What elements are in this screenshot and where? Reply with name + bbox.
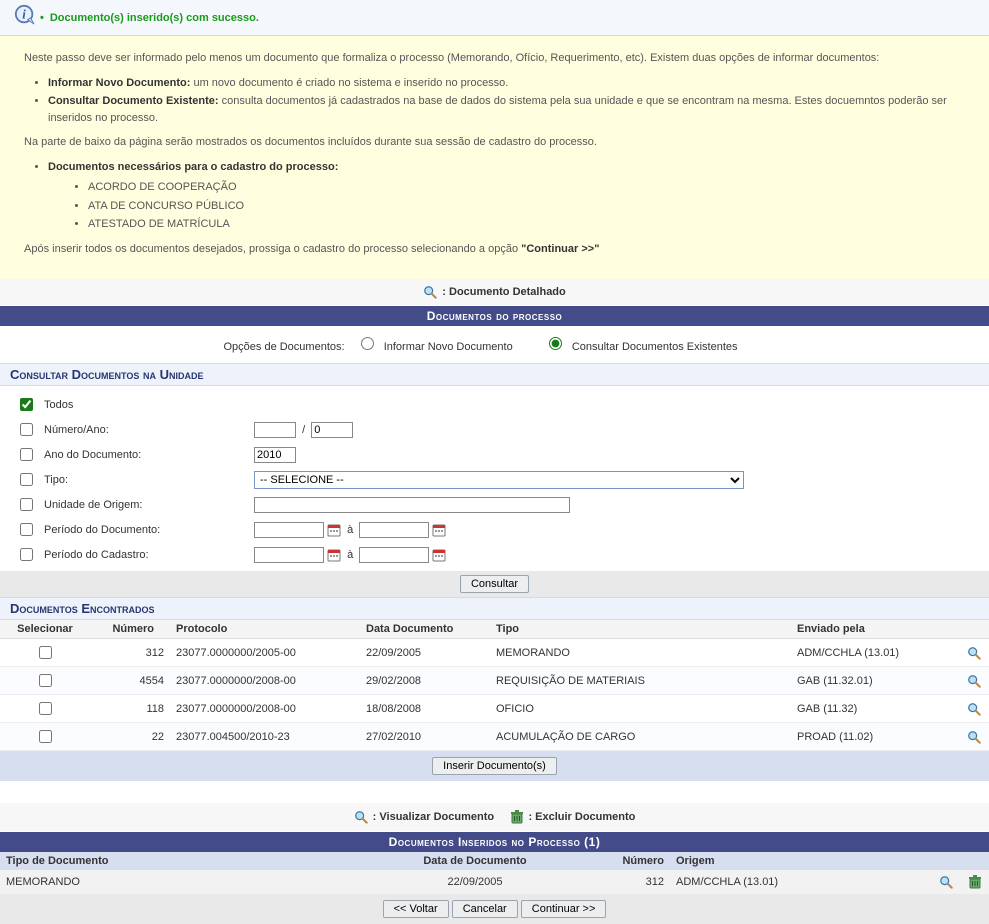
table-row: 312 23077.0000000/2005-00 22/09/2005 MEM… bbox=[0, 639, 989, 667]
row-select[interactable] bbox=[39, 730, 52, 743]
input-periodo-doc-to[interactable] bbox=[359, 522, 429, 538]
calendar-icon[interactable] bbox=[432, 523, 446, 537]
section-encontrados: Documentos Encontrados bbox=[0, 597, 989, 620]
table-row: 22 23077.004500/2010-23 27/02/2010 ACUMU… bbox=[0, 723, 989, 751]
row-select[interactable] bbox=[39, 646, 52, 659]
magnifier-icon[interactable] bbox=[939, 875, 953, 889]
delete-icon bbox=[509, 809, 525, 825]
input-unidade[interactable] bbox=[254, 497, 570, 513]
continuar-button[interactable]: Continuar >> bbox=[521, 900, 607, 918]
instructions-box: Neste passo deve ser informado pelo meno… bbox=[0, 36, 989, 279]
info-icon: i bbox=[14, 4, 36, 26]
cancelar-button[interactable]: Cancelar bbox=[452, 900, 518, 918]
success-text: Documento(s) inserido(s) com sucesso. bbox=[50, 12, 259, 24]
svg-text:i: i bbox=[22, 8, 26, 22]
consultar-button[interactable]: Consultar bbox=[460, 575, 529, 593]
calendar-icon[interactable] bbox=[327, 523, 341, 537]
magnifier-icon[interactable] bbox=[967, 730, 981, 744]
nav-buttons: << Voltar Cancelar Continuar >> bbox=[0, 894, 989, 924]
magnifier-icon bbox=[423, 285, 437, 299]
select-tipo[interactable]: -- SELECIONE -- bbox=[254, 471, 744, 489]
instr-intro: Neste passo deve ser informado pelo meno… bbox=[24, 50, 965, 67]
input-periodo-cad-from[interactable] bbox=[254, 547, 324, 563]
results-table: Selecionar Número Protocolo Data Documen… bbox=[0, 620, 989, 751]
chk-todos[interactable] bbox=[20, 398, 33, 411]
chk-tipo[interactable] bbox=[20, 473, 33, 486]
table-row: 4554 23077.0000000/2008-00 29/02/2008 RE… bbox=[0, 667, 989, 695]
table-row: 118 23077.0000000/2008-00 18/08/2008 OFI… bbox=[0, 695, 989, 723]
magnifier-icon[interactable] bbox=[967, 646, 981, 660]
legend-row-2: : Visualizar Documento : Excluir Documen… bbox=[0, 803, 989, 831]
inserir-button[interactable]: Inserir Documento(s) bbox=[432, 757, 557, 775]
input-periodo-cad-to[interactable] bbox=[359, 547, 429, 563]
chk-ano-doc[interactable] bbox=[20, 448, 33, 461]
input-num[interactable] bbox=[254, 422, 296, 438]
chk-periodo-doc[interactable] bbox=[20, 523, 33, 536]
chk-unidade[interactable] bbox=[20, 498, 33, 511]
legend-detail: : Documento Detalhado bbox=[0, 279, 989, 305]
band-inseridos: Documentos Inseridos no Processo (1) bbox=[0, 831, 989, 852]
inserted-table: Tipo de Documento Data de Documento Núme… bbox=[0, 852, 989, 894]
success-banner: i •Documento(s) inserido(s) com sucesso. bbox=[0, 0, 989, 36]
row-select[interactable] bbox=[39, 702, 52, 715]
magnifier-icon[interactable] bbox=[967, 702, 981, 716]
magnifier-icon[interactable] bbox=[967, 674, 981, 688]
input-ano[interactable] bbox=[311, 422, 353, 438]
table-row: MEMORANDO 22/09/2005 312 ADM/CCHLA (13.0… bbox=[0, 870, 989, 894]
magnifier-icon bbox=[354, 810, 368, 824]
input-ano-doc[interactable] bbox=[254, 447, 296, 463]
search-filters: Todos Número/Ano: / Ano do Documento: Ti… bbox=[0, 386, 989, 567]
chk-num-ano[interactable] bbox=[20, 423, 33, 436]
input-periodo-doc-from[interactable] bbox=[254, 522, 324, 538]
radio-new-doc[interactable] bbox=[361, 337, 374, 350]
voltar-button[interactable]: << Voltar bbox=[383, 900, 449, 918]
section-consultar: Consultar Documentos na Unidade bbox=[0, 363, 989, 386]
chk-periodo-cad[interactable] bbox=[20, 548, 33, 561]
delete-icon[interactable] bbox=[967, 874, 983, 890]
row-select[interactable] bbox=[39, 674, 52, 687]
radio-existing-doc[interactable] bbox=[549, 337, 562, 350]
calendar-icon[interactable] bbox=[432, 548, 446, 562]
calendar-icon[interactable] bbox=[327, 548, 341, 562]
band-documentos-processo: Documentos do processo bbox=[0, 305, 989, 326]
options-row: Opções de Documentos: Informar Novo Docu… bbox=[0, 326, 989, 363]
